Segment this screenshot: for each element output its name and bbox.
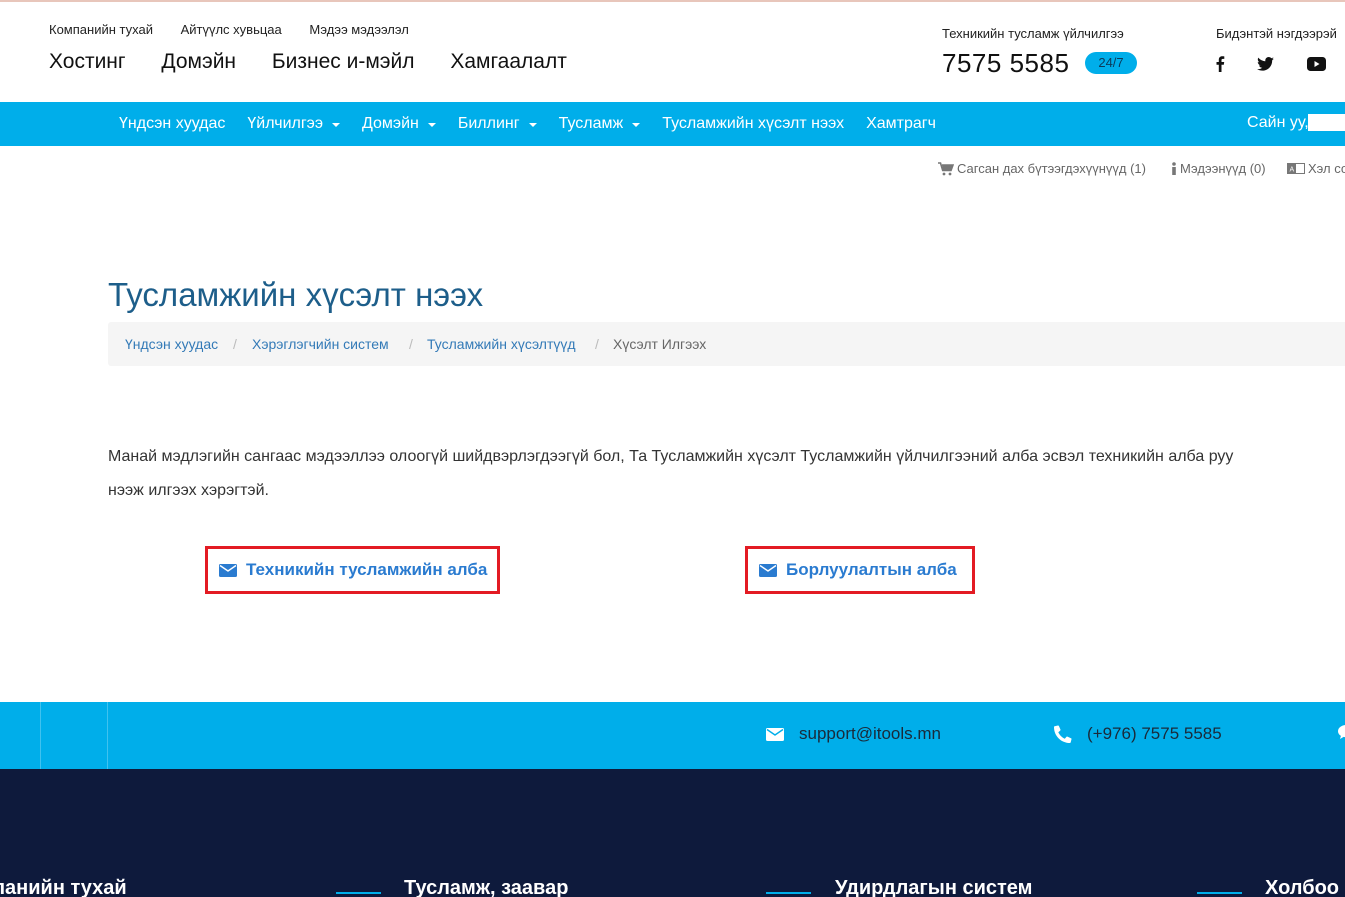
department-label: Техникийн тусламжийн алба: [246, 560, 488, 579]
nav-home[interactable]: Үндсэн хуудас: [119, 115, 225, 133]
sales-department-link[interactable]: Борлуулалтын алба: [745, 546, 975, 594]
nav-item-label: Хамтрагч: [866, 115, 936, 132]
notifications-label: Мэдээнүүд (0): [1180, 161, 1266, 176]
nav-item-label: Домэйн: [362, 115, 419, 132]
header-sub-links: Компанийн тухай Айтүүлс хувьцаа Мэдээ мэ…: [49, 22, 433, 37]
header-main-links: Хостинг Домэйн Бизнес и-мэйл Хамгаалалт: [49, 50, 597, 74]
contact-email[interactable]: support@itools.mn: [766, 724, 941, 744]
footer-heading-accent: [766, 892, 811, 894]
footer-heading-about[interactable]: Компанийн тухай: [0, 877, 127, 897]
nav-domain[interactable]: Домэйн: [362, 115, 436, 133]
caret-down-icon: [528, 123, 537, 127]
breadcrumb-separator: /: [409, 336, 413, 352]
envelope-icon: [219, 563, 237, 577]
chat-icon[interactable]: [1338, 724, 1345, 740]
footer-heading-help[interactable]: Тусламж, заавар: [404, 877, 568, 897]
cart-link[interactable]: Сагсан дах бүтээгдэхүүнүүд (1): [938, 161, 1146, 176]
nav-services[interactable]: Үйлчилгээ: [247, 115, 340, 133]
nav-item-label: Үндсэн хуудас: [119, 115, 226, 132]
breadcrumb-current: Хүсэлт Илгээх: [613, 336, 707, 352]
breadcrumb: Үндсэн хуудас / Хэрэглэгчийн систем / Ту…: [108, 322, 1345, 366]
footer-heading-management[interactable]: Удирдлагын систем: [835, 877, 1032, 897]
main-link-hosting[interactable]: Хостинг: [49, 50, 126, 73]
cart-label: Сагсан дах бүтээгдэхүүнүүд (1): [957, 161, 1146, 176]
language-icon: A: [1287, 163, 1305, 174]
main-navbar: Үндсэн хуудас Үйлчилгээ Домэйн Биллинг Тусла…: [0, 102, 1345, 146]
language-label: Хэл сонгох: [1308, 161, 1345, 176]
main-link-security[interactable]: Хамгаалалт: [450, 50, 566, 73]
facebook-icon[interactable]: [1210, 54, 1230, 74]
contact-email-text: support@itools.mn: [799, 724, 941, 743]
site-footer: Компанийн тухай Тусламж, заавар Удирдлаг…: [0, 769, 1345, 897]
contact-phone-text: (+976) 7575 5585: [1087, 724, 1222, 743]
sub-link-company[interactable]: Компанийн тухай: [49, 22, 153, 37]
caret-down-icon: [332, 123, 340, 127]
info-icon: [1172, 161, 1176, 175]
nav-item-label: Үйлчилгээ: [247, 115, 323, 132]
nav-items: Үндсэн хуудас Үйлчилгээ Домэйн Биллинг Тусла…: [119, 102, 958, 146]
nav-partner[interactable]: Хамтрагч: [866, 115, 936, 133]
support-label: Техникийн тусламж үйлчилгээ: [942, 26, 1124, 41]
youtube-icon[interactable]: [1306, 54, 1326, 74]
nav-item-label: Тусламжийн хүсэлт нээх: [662, 115, 845, 132]
breadcrumb-separator: /: [595, 336, 599, 352]
main-link-domain[interactable]: Домэйн: [161, 50, 236, 73]
contact-band: support@itools.mn (+976) 7575 5585: [0, 702, 1345, 769]
caret-down-icon: [427, 123, 436, 127]
nav-support[interactable]: Тусламж: [559, 115, 641, 133]
envelope-icon: [759, 563, 777, 577]
department-label: Борлуулалтын алба: [786, 560, 957, 579]
intro-line-1: Манай мэдлэгийн сангаас мэдээллээ олоогү…: [108, 448, 1234, 465]
svg-text:A: A: [1290, 167, 1295, 174]
nav-billing[interactable]: Биллинг: [458, 115, 537, 133]
user-greeting[interactable]: Сайн уу,: [1247, 114, 1309, 132]
nav-item-label: Тусламж: [558, 115, 624, 132]
intro-line-2: нээж илгээх хэрэгтэй.: [108, 482, 269, 499]
breadcrumb-tickets[interactable]: Тусламжийн хүсэлтүүд: [427, 336, 576, 352]
site-header: Компанийн тухай Айтүүлс хувьцаа Мэдээ мэ…: [0, 2, 1345, 102]
language-link[interactable]: A Хэл сонгох: [1287, 161, 1345, 176]
footer-heading-contact[interactable]: Холбоо барих: [1265, 877, 1345, 897]
breadcrumb-separator: /: [233, 336, 237, 352]
nav-item-label: Биллинг: [457, 115, 520, 132]
breadcrumb-client-area[interactable]: Хэрэглэгчийн систем: [252, 336, 389, 352]
divider: [107, 702, 108, 769]
main-link-business-email[interactable]: Бизнес и-мэйл: [272, 50, 415, 73]
footer-heading-accent: [336, 892, 381, 894]
connect-label: Бидэнтэй нэгдээрэй: [1216, 26, 1337, 41]
intro-text: Манай мэдлэгийн сангаас мэдээллээ олоогү…: [108, 440, 1345, 508]
notifications-link[interactable]: Мэдээнүүд (0): [1171, 161, 1266, 176]
support-phone[interactable]: 7575 5585: [942, 48, 1069, 79]
nav-open-ticket[interactable]: Тусламжийн хүсэлт нээх: [662, 115, 844, 133]
caret-down-icon: [632, 123, 641, 127]
contact-phone[interactable]: (+976) 7575 5585: [1054, 724, 1222, 744]
phone-icon: [1054, 725, 1072, 743]
technical-support-department-link[interactable]: Техникийн тусламжийн алба: [205, 546, 500, 594]
breadcrumb-home[interactable]: Үндсэн хуудас: [125, 336, 218, 352]
divider: [40, 702, 41, 769]
twitter-icon[interactable]: [1255, 54, 1275, 74]
footer-heading-accent: [1197, 892, 1242, 894]
user-name-box[interactable]: [1308, 114, 1345, 131]
support-hours-badge: 24/7: [1085, 52, 1137, 74]
page-title: Тусламжийн хүсэлт нээх: [108, 276, 484, 313]
sub-link-news[interactable]: Мэдээ мэдээлэл: [309, 22, 408, 37]
sub-link-shares[interactable]: Айтүүлс хувьцаа: [181, 22, 282, 37]
envelope-icon: [766, 727, 784, 741]
cart-icon: [938, 161, 954, 175]
